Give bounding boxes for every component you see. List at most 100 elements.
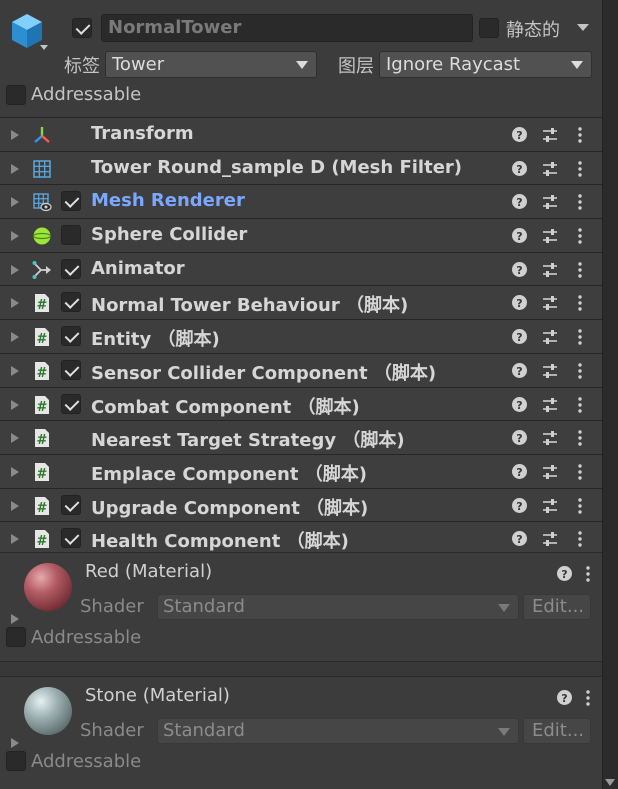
- component-row[interactable]: Mesh Renderer?: [0, 184, 602, 219]
- addressable-checkbox[interactable]: [6, 751, 26, 771]
- material-preview-sphere: [24, 563, 72, 611]
- static-checkbox[interactable]: [479, 18, 499, 38]
- help-icon[interactable]: ?: [511, 126, 528, 143]
- component-row[interactable]: # Combat Component （脚本)?: [0, 386, 602, 421]
- foldout-arrow-icon[interactable]: [10, 297, 20, 309]
- foldout-arrow-icon[interactable]: [10, 399, 20, 411]
- help-icon[interactable]: ?: [511, 193, 528, 210]
- help-icon[interactable]: ?: [556, 689, 573, 706]
- kebab-menu-icon[interactable]: [576, 429, 584, 447]
- help-icon[interactable]: ?: [511, 530, 528, 547]
- kebab-menu-icon[interactable]: [576, 463, 584, 481]
- presets-icon[interactable]: [541, 429, 559, 447]
- active-checkbox[interactable]: [72, 18, 92, 38]
- presets-icon[interactable]: [541, 294, 559, 312]
- presets-icon[interactable]: [541, 126, 559, 144]
- edit-shader-button[interactable]: Edit...: [523, 594, 591, 620]
- component-enabled-checkbox[interactable]: [61, 191, 81, 212]
- component-row[interactable]: Tower Round_sample D (Mesh Filter)?: [0, 150, 602, 185]
- presets-icon[interactable]: [541, 227, 559, 245]
- component-row[interactable]: # Normal Tower Behaviour （脚本)?: [0, 285, 602, 320]
- presets-icon[interactable]: [541, 396, 559, 414]
- kebab-menu-icon[interactable]: [576, 396, 584, 414]
- svg-text:?: ?: [516, 129, 522, 142]
- edit-shader-button[interactable]: Edit...: [523, 718, 591, 744]
- foldout-arrow-icon[interactable]: [10, 331, 20, 343]
- component-enabled-checkbox[interactable]: [61, 292, 81, 313]
- help-icon[interactable]: ?: [511, 261, 528, 278]
- foldout-arrow-icon[interactable]: [10, 196, 20, 208]
- help-icon[interactable]: ?: [511, 294, 528, 311]
- help-icon[interactable]: ?: [511, 396, 528, 413]
- help-icon[interactable]: ?: [511, 463, 528, 480]
- kebab-menu-icon[interactable]: [576, 530, 584, 548]
- kebab-menu-icon[interactable]: [584, 689, 592, 707]
- presets-icon[interactable]: [541, 530, 559, 548]
- component-row[interactable]: Transform?: [0, 117, 602, 151]
- component-row[interactable]: # Health Component （脚本)?: [0, 521, 602, 555]
- foldout-arrow-icon[interactable]: [10, 163, 20, 175]
- component-row[interactable]: Animator?: [0, 251, 602, 286]
- presets-icon[interactable]: [541, 193, 559, 211]
- presets-icon[interactable]: [541, 261, 559, 279]
- presets-icon[interactable]: [541, 497, 559, 515]
- kebab-menu-icon[interactable]: [576, 328, 584, 346]
- help-icon[interactable]: ?: [511, 497, 528, 514]
- kebab-menu-icon[interactable]: [576, 193, 584, 211]
- component-enabled-checkbox[interactable]: [61, 326, 81, 347]
- presets-icon[interactable]: [541, 362, 559, 380]
- kebab-menu-icon[interactable]: [576, 294, 584, 312]
- foldout-arrow-icon[interactable]: [10, 365, 20, 377]
- help-icon[interactable]: ?: [511, 362, 528, 379]
- component-row[interactable]: # Nearest Target Strategy （脚本)?: [0, 420, 602, 454]
- foldout-arrow-icon[interactable]: [10, 230, 20, 242]
- help-icon[interactable]: ?: [511, 227, 528, 244]
- component-enabled-checkbox[interactable]: [61, 528, 81, 549]
- component-row[interactable]: # Upgrade Component （脚本)?: [0, 487, 602, 522]
- shader-dropdown[interactable]: Standard: [157, 718, 519, 744]
- foldout-arrow-icon[interactable]: [10, 466, 20, 478]
- presets-icon[interactable]: [541, 463, 559, 481]
- scroll-down-arrow-icon[interactable]: [605, 777, 615, 787]
- gameobject-name-field[interactable]: NormalTower: [101, 14, 473, 42]
- component-row[interactable]: # Emplace Component （脚本)?: [0, 453, 602, 488]
- component-row[interactable]: Sphere Collider?: [0, 218, 602, 252]
- kebab-menu-icon[interactable]: [576, 227, 584, 245]
- foldout-arrow-icon[interactable]: [10, 737, 20, 749]
- help-icon[interactable]: ?: [556, 565, 573, 582]
- foldout-arrow-icon[interactable]: [10, 129, 20, 141]
- vertical-scrollbar[interactable]: [602, 0, 618, 789]
- component-row[interactable]: # Sensor Collider Component （脚本)?: [0, 352, 602, 387]
- help-icon[interactable]: ?: [511, 328, 528, 345]
- shader-dropdown[interactable]: Standard: [157, 594, 519, 620]
- component-enabled-checkbox[interactable]: [61, 359, 81, 380]
- tag-dropdown[interactable]: Tower: [105, 51, 317, 78]
- component-enabled-checkbox[interactable]: [61, 225, 81, 246]
- help-icon[interactable]: ?: [511, 429, 528, 446]
- foldout-arrow-icon[interactable]: [10, 500, 20, 512]
- presets-icon[interactable]: [541, 328, 559, 346]
- foldout-arrow-icon[interactable]: [10, 533, 20, 545]
- presets-icon[interactable]: [541, 160, 559, 178]
- static-dropdown-icon[interactable]: [576, 22, 590, 32]
- addressable-checkbox[interactable]: [6, 627, 26, 647]
- component-enabled-checkbox[interactable]: [61, 393, 81, 414]
- component-enabled-checkbox[interactable]: [61, 258, 81, 279]
- kebab-menu-icon[interactable]: [576, 497, 584, 515]
- component-row[interactable]: # Entity （脚本)?: [0, 319, 602, 353]
- kebab-menu-icon[interactable]: [576, 160, 584, 178]
- chevron-down-icon[interactable]: [39, 43, 49, 51]
- foldout-arrow-icon[interactable]: [10, 432, 20, 444]
- foldout-arrow-icon[interactable]: [10, 264, 20, 276]
- kebab-menu-icon[interactable]: [576, 261, 584, 279]
- kebab-menu-icon[interactable]: [576, 126, 584, 144]
- kebab-menu-icon[interactable]: [584, 565, 592, 583]
- kebab-menu-icon[interactable]: [576, 362, 584, 380]
- foldout-arrow-icon[interactable]: [10, 613, 20, 625]
- svg-text:?: ?: [516, 533, 522, 546]
- addressable-checkbox[interactable]: [6, 85, 26, 105]
- component-enabled-checkbox[interactable]: [61, 494, 81, 515]
- layer-dropdown[interactable]: Ignore Raycast: [379, 51, 592, 78]
- help-icon[interactable]: ?: [511, 160, 528, 177]
- svg-text:?: ?: [516, 230, 522, 243]
